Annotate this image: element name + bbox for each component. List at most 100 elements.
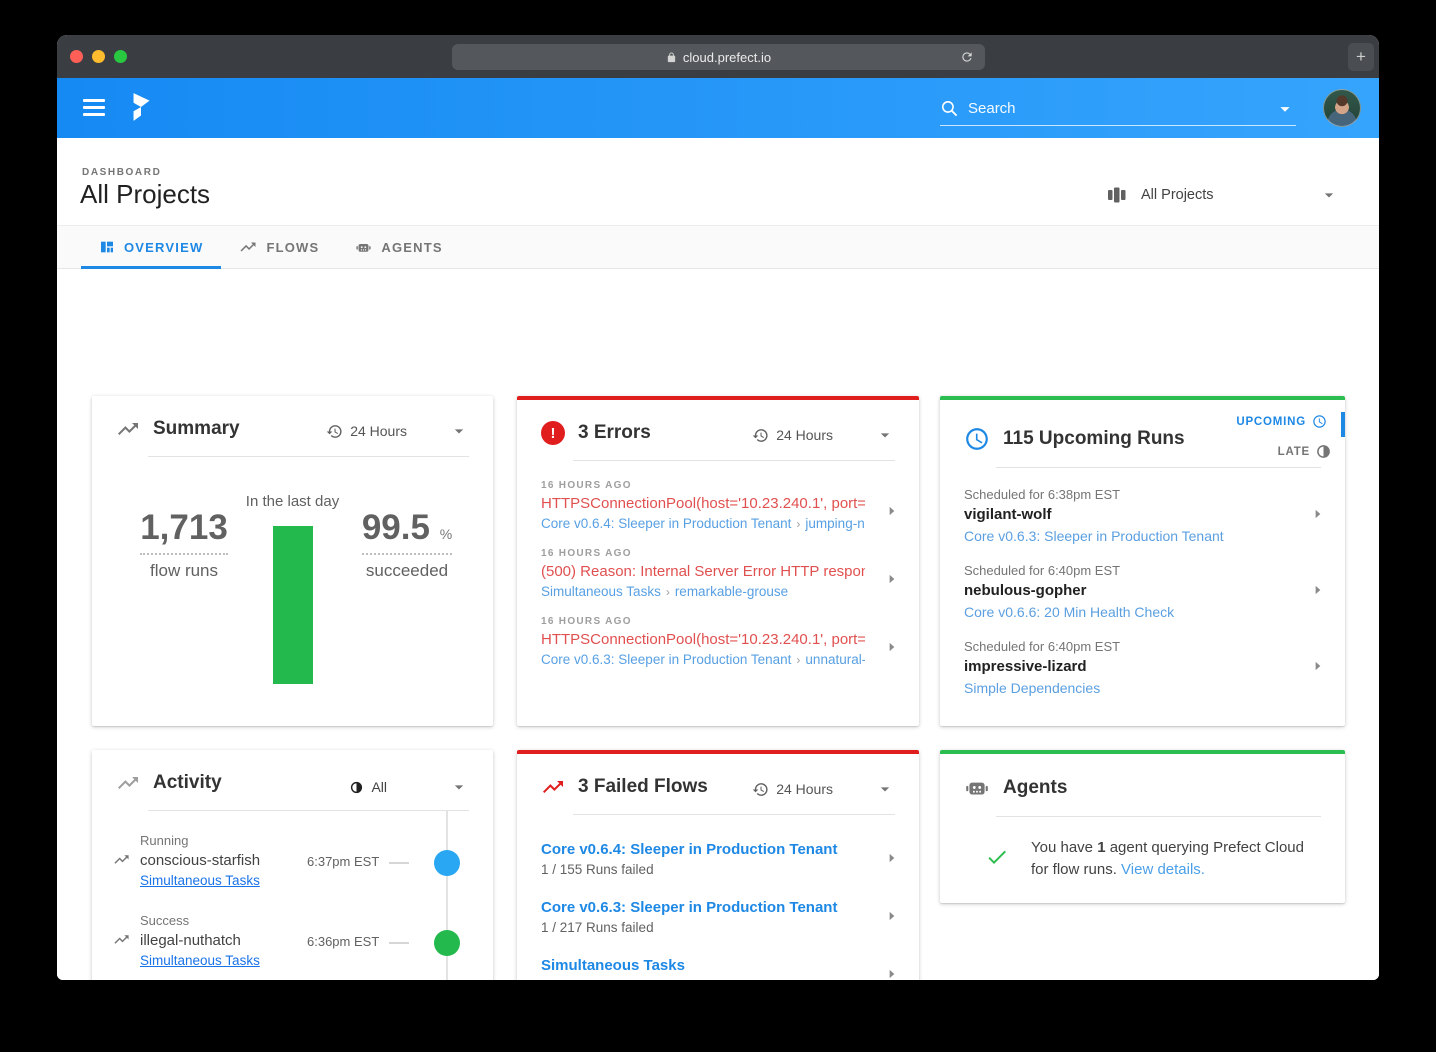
card-title: Summary: [153, 418, 240, 440]
breadcrumb-separator: ›: [796, 517, 800, 531]
scheduled-time: Scheduled for 6:40pm EST: [964, 563, 1295, 578]
flow-link[interactable]: Core v0.6.3: Sleeper in Production Tenan…: [964, 528, 1295, 544]
browser-window: cloud.prefect.io +: [57, 35, 1379, 980]
chevron-right-icon[interactable]: [1311, 507, 1325, 521]
range-value: 24 Hours: [776, 781, 833, 797]
error-run-link[interactable]: unnatural-pro…: [805, 652, 865, 667]
flow-link[interactable]: Simultaneous Tasks: [140, 953, 260, 968]
upcoming-tab[interactable]: UPCOMING: [1236, 412, 1345, 437]
minimize-button[interactable]: [92, 50, 105, 63]
half-clock-icon: [1316, 444, 1331, 459]
search-input[interactable]: [968, 100, 1274, 117]
new-tab-button[interactable]: +: [1348, 43, 1374, 71]
status-dot[interactable]: [434, 930, 460, 956]
close-button[interactable]: [70, 50, 83, 63]
project-selector[interactable]: All Projects: [1107, 180, 1339, 210]
flow-link[interactable]: Core v0.6.4: Sleeper in Production Tenan…: [541, 841, 869, 858]
agents-card: Agents You have 1 agent querying Prefect…: [940, 750, 1345, 903]
hamburger-menu-icon[interactable]: [83, 99, 105, 117]
tab-label: OVERVIEW: [124, 240, 203, 255]
chevron-right-icon[interactable]: [885, 967, 899, 980]
breadcrumb-separator: ›: [666, 585, 670, 599]
activity-card: Activity All Running conscious-starfish …: [92, 750, 493, 980]
chevron-right-icon[interactable]: [885, 909, 899, 923]
flow-link[interactable]: Simple Dependencies: [964, 680, 1295, 696]
timeline-dash: [389, 862, 409, 864]
run-time: 6:36pm EST: [307, 934, 379, 949]
card-title: Agents: [1003, 777, 1067, 799]
flow-link[interactable]: Simultaneous Tasks: [541, 957, 869, 974]
failed-flow-item[interactable]: Simultaneous Tasks 2 / 492 Runs failed: [541, 957, 895, 980]
filter-value: All: [371, 779, 387, 795]
activity-row[interactable]: Running conscious-starfish Simultaneous …: [92, 821, 493, 901]
summary-range-selector[interactable]: 24 Hours: [326, 421, 469, 441]
tab-flows[interactable]: FLOWS: [221, 226, 337, 268]
errors-card: ! 3 Errors 24 Hours 16 HOURS AGO HTTPSCo…: [517, 396, 919, 726]
run-name: vigilant-wolf: [964, 506, 1295, 523]
project-selector-value: All Projects: [1141, 187, 1214, 203]
error-list-item[interactable]: 16 HOURS AGO HTTPSConnectionPool(host='1…: [541, 616, 895, 667]
url-bar[interactable]: cloud.prefect.io: [452, 44, 985, 70]
user-avatar[interactable]: [1323, 89, 1361, 127]
failed-flows-card: 3 Failed Flows 24 Hours Core v0.6.4: Sle…: [517, 750, 919, 980]
chevron-right-icon[interactable]: [885, 851, 899, 865]
red-trend-icon: [541, 775, 565, 799]
chevron-right-icon[interactable]: [1311, 583, 1325, 597]
failed-flow-item[interactable]: Core v0.6.4: Sleeper in Production Tenan…: [541, 841, 895, 877]
upcoming-runs-card: 115 Upcoming Runs UPCOMING LATE Schedule…: [940, 396, 1345, 726]
late-tab[interactable]: LATE: [1236, 440, 1345, 463]
activity-filter-selector[interactable]: All: [350, 777, 469, 797]
error-timestamp: 16 HOURS AGO: [541, 480, 865, 491]
zoom-button[interactable]: [114, 50, 127, 63]
scheduled-time: Scheduled for 6:38pm EST: [964, 487, 1295, 502]
failed-flow-item[interactable]: Core v0.6.3: Sleeper in Production Tenan…: [541, 899, 895, 935]
view-details-link[interactable]: View details.: [1121, 861, 1205, 878]
activity-row[interactable]: Success illegal-nuthatch Simultaneous Ta…: [92, 901, 493, 980]
status-dot[interactable]: [434, 850, 460, 876]
error-run-link[interactable]: jumping-nigh…: [805, 516, 865, 531]
failed-range-selector[interactable]: 24 Hours: [752, 779, 895, 799]
error-flow-link[interactable]: Core v0.6.3: Sleeper in Production Tenan…: [541, 652, 791, 667]
run-name: impressive-lizard: [964, 658, 1295, 675]
breadcrumb-separator: ›: [796, 653, 800, 667]
tab-agents[interactable]: AGENTS: [337, 226, 460, 268]
chevron-right-icon[interactable]: [885, 504, 899, 518]
chevron-right-icon[interactable]: [1311, 659, 1325, 673]
tab-label: AGENTS: [381, 240, 442, 255]
upcoming-run-item[interactable]: Scheduled for 6:38pm EST vigilant-wolf C…: [964, 487, 1321, 544]
card-title: 115 Upcoming Runs: [1003, 428, 1185, 450]
run-status: Running: [140, 833, 188, 848]
chevron-down-icon: [875, 425, 895, 445]
chevron-right-icon[interactable]: [885, 640, 899, 654]
overview-grid-icon: [99, 239, 115, 255]
flow-link[interactable]: Simultaneous Tasks: [140, 873, 260, 888]
chevron-right-icon[interactable]: [885, 572, 899, 586]
search-caret-icon[interactable]: [1274, 98, 1296, 120]
app-navbar: [57, 78, 1379, 138]
clock-icon: [964, 426, 990, 452]
browser-chrome: cloud.prefect.io +: [57, 35, 1379, 78]
tab-overview[interactable]: OVERVIEW: [81, 226, 221, 268]
refresh-icon[interactable]: [958, 48, 976, 66]
error-flow-link[interactable]: Core v0.6.4: Sleeper in Production Tenan…: [541, 516, 791, 531]
upcoming-run-item[interactable]: Scheduled for 6:40pm EST impressive-liza…: [964, 639, 1321, 696]
prefect-logo-icon[interactable]: [129, 91, 153, 123]
error-run-link[interactable]: remarkable-grouse: [675, 584, 788, 599]
late-tab-label: LATE: [1278, 446, 1310, 458]
error-flow-link[interactable]: Simultaneous Tasks: [541, 584, 661, 599]
flow-runs-value: 1,713: [140, 508, 228, 555]
robot-icon: [964, 775, 990, 801]
run-name: conscious-starfish: [140, 852, 260, 869]
error-message: (500) Reason: Internal Server Error HTTP…: [541, 563, 865, 580]
page-title: All Projects: [80, 179, 210, 210]
chevron-down-icon: [449, 421, 469, 441]
error-message: HTTPSConnectionPool(host='10.23.240.1', …: [541, 495, 865, 512]
agents-robot-icon: [355, 239, 372, 256]
flow-link[interactable]: Core v0.6.3: Sleeper in Production Tenan…: [541, 899, 869, 916]
error-list-item[interactable]: 16 HOURS AGO (500) Reason: Internal Serv…: [541, 548, 895, 599]
chevron-down-icon: [1319, 185, 1339, 205]
errors-range-selector[interactable]: 24 Hours: [752, 425, 895, 445]
flow-link[interactable]: Core v0.6.6: 20 Min Health Check: [964, 604, 1295, 620]
error-list-item[interactable]: 16 HOURS AGO HTTPSConnectionPool(host='1…: [541, 480, 895, 531]
upcoming-run-item[interactable]: Scheduled for 6:40pm EST nebulous-gopher…: [964, 563, 1321, 620]
